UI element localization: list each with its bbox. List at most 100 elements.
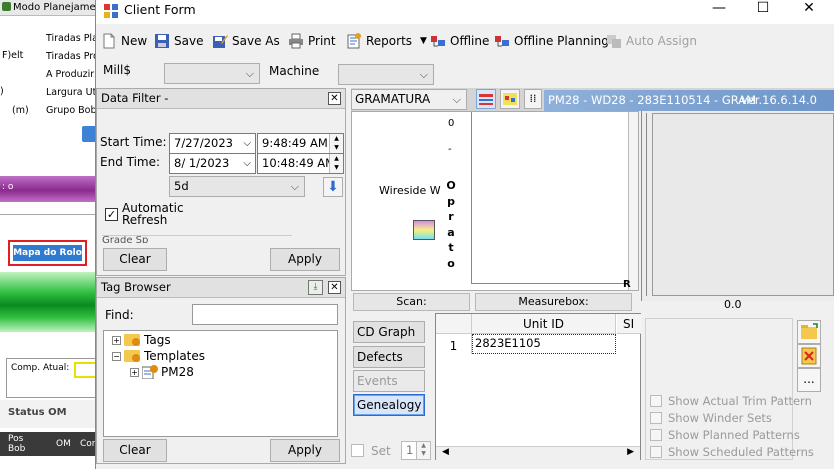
chart-scrollbar[interactable] [628,112,638,290]
offline-planning-button[interactable]: Offline Planning [494,31,609,51]
chevron-down-icon: ⌵ [419,68,428,81]
maximize-button[interactable]: ☐ [740,0,786,18]
start-time-spinner[interactable]: ▲ ▼ [329,134,343,153]
scan-label: Scan: [353,293,470,311]
expand-icon[interactable]: + [112,335,121,345]
row-number: 1 [436,334,472,354]
chevron-down-icon: ⌵ [245,67,254,80]
show-winder-sets-option[interactable]: Show Winder Sets [650,411,772,425]
reports-icon [347,33,361,49]
background-app-title[interactable]: Modo Planejament [0,0,100,16]
chart-legend-area: 0 - Wireside W O p r a t o [352,112,469,290]
field-label: Grupo Bob [46,105,97,116]
selector-row: Mill$ ⌵ Machine ⌵ [96,58,834,88]
tag-tree: + Tags − Templates + PM28 [103,330,338,437]
start-date-picker[interactable]: 7/27/2023 ⌵ [169,133,256,154]
new-button[interactable]: New [101,31,147,51]
right-plot-area [652,113,834,296]
scale-dash: - [448,144,452,155]
right-chart-value: 0.0 [724,298,742,311]
checkbox[interactable] [650,395,662,407]
mapa-do-rolo-button[interactable]: Mapa do Rolo [13,245,82,261]
events-button[interactable]: Events [353,370,425,392]
collapse-icon[interactable]: − [112,351,121,361]
close-icon[interactable]: ✕ [328,281,341,294]
field-label: A Produzir [46,69,95,80]
find-input[interactable] [192,304,338,325]
reports-dropdown-icon[interactable]: ▼ [420,36,427,46]
checkbox[interactable] [650,412,662,424]
folder-icon [124,350,140,362]
grid-horizontal-scrollbar[interactable]: ◀ ▶ [436,446,640,460]
more-options-button[interactable]: ... [797,368,821,392]
tree-node-templates[interactable]: − Templates [112,349,205,363]
unit-id-column-header[interactable]: Unit ID [472,314,616,334]
save-as-button[interactable]: Save As [212,31,280,51]
machine-select[interactable]: ⌵ [338,64,434,85]
scan-view-icon[interactable] [476,89,496,109]
background-app: Modo Planejament F)elt ) (m) Tiradas Pla… [0,0,100,469]
set-checkbox[interactable] [351,444,364,457]
data-filter-header: Data Filter - ✕ [97,89,345,109]
tag-apply-button[interactable]: Apply [270,439,340,462]
unit-id-cell[interactable]: 2823E1105 [472,334,616,354]
operator-vertical-label: O p r a t o [446,179,456,270]
reports-button[interactable]: Reports ▼ [346,31,427,51]
end-date-picker[interactable]: 8/ 1/2023 ⌵ [169,153,256,174]
window-title: Client Form [124,2,196,17]
chart-title: PM28 - WD28 - 283E110514 - GRAM [548,93,757,107]
map-view-icon[interactable] [500,89,520,109]
set-spinner[interactable]: 1 ▲ ▼ [401,441,431,460]
pin-icon[interactable]: ⤓ [308,280,323,295]
tag-clear-button[interactable]: Clear [103,439,167,462]
chevron-down-icon: ⌵ [243,158,251,169]
show-scheduled-patterns-option[interactable]: Show Scheduled Patterns [650,445,814,459]
offline-button[interactable]: Offline [430,31,489,51]
version-label: ver.16.6.14.0 [740,93,817,107]
checkbox[interactable] [650,429,662,441]
save-button[interactable]: Save [154,31,203,51]
filter-apply-button[interactable]: Apply [270,248,340,271]
print-button[interactable]: Print [288,31,336,51]
close-button[interactable]: ✕ [786,0,832,18]
auto-assign-button[interactable]: Auto Assign [606,31,697,51]
end-time-spinner[interactable]: ▲ ▼ [329,154,343,173]
scroll-right-icon[interactable]: ▶ [627,447,634,457]
measurebox-label: Measurebox: [475,293,632,311]
set-spinner-arrows[interactable]: ▲ ▼ [416,442,430,459]
folder-icon [124,334,140,346]
range-select[interactable]: 5d ⌵ [169,176,305,197]
client-form-window: Client Form — ☐ ✕ New Save Save As Print… [95,0,834,469]
cd-graph-button[interactable]: CD Graph [353,321,425,343]
checkbox[interactable] [650,446,662,458]
download-arrow-icon[interactable]: ⬇ [323,177,343,197]
minimize-button[interactable]: — [696,0,742,18]
app-logo-icon [2,2,11,11]
tree-node-pm28[interactable]: + PM28 [130,365,194,379]
bars-view-icon[interactable]: ⁞⁞ [524,89,542,109]
genealogy-button[interactable]: Genealogy [353,394,425,416]
show-actual-trim-option[interactable]: Show Actual Trim Pattern [650,394,812,408]
show-planned-patterns-option[interactable]: Show Planned Patterns [650,428,800,442]
expand-icon[interactable]: + [130,367,139,377]
col-bob: Bob [8,444,26,454]
end-time-field[interactable]: 10:48:49 AM ▲ ▼ [257,153,344,174]
scroll-left-icon[interactable]: ◀ [442,447,449,457]
filter-clear-button[interactable]: Clear [103,248,167,271]
right-chart-panel: 0.0 [641,111,834,311]
tree-node-tags[interactable]: + Tags [112,333,171,347]
open-folder-icon[interactable] [797,320,821,344]
defects-button[interactable]: Defects [353,346,425,368]
mill-label: Mill$ [103,63,131,77]
set-label: Set [371,444,391,458]
close-icon[interactable]: ✕ [328,92,341,105]
green-roll-bar [0,272,100,332]
delete-icon[interactable] [797,344,821,368]
grade-spec-label: Grade Sp [102,235,292,243]
auto-refresh-checkbox[interactable]: ✓ [105,208,118,221]
start-time-label: Start Time: [100,135,167,149]
start-time-field[interactable]: 9:48:49 AM ▲ ▼ [257,133,344,154]
si-column-header[interactable]: SI [617,314,641,334]
measurement-select[interactable]: GRAMATURA ⌵ [351,89,467,110]
mill-select[interactable]: ⌵ [164,63,260,84]
